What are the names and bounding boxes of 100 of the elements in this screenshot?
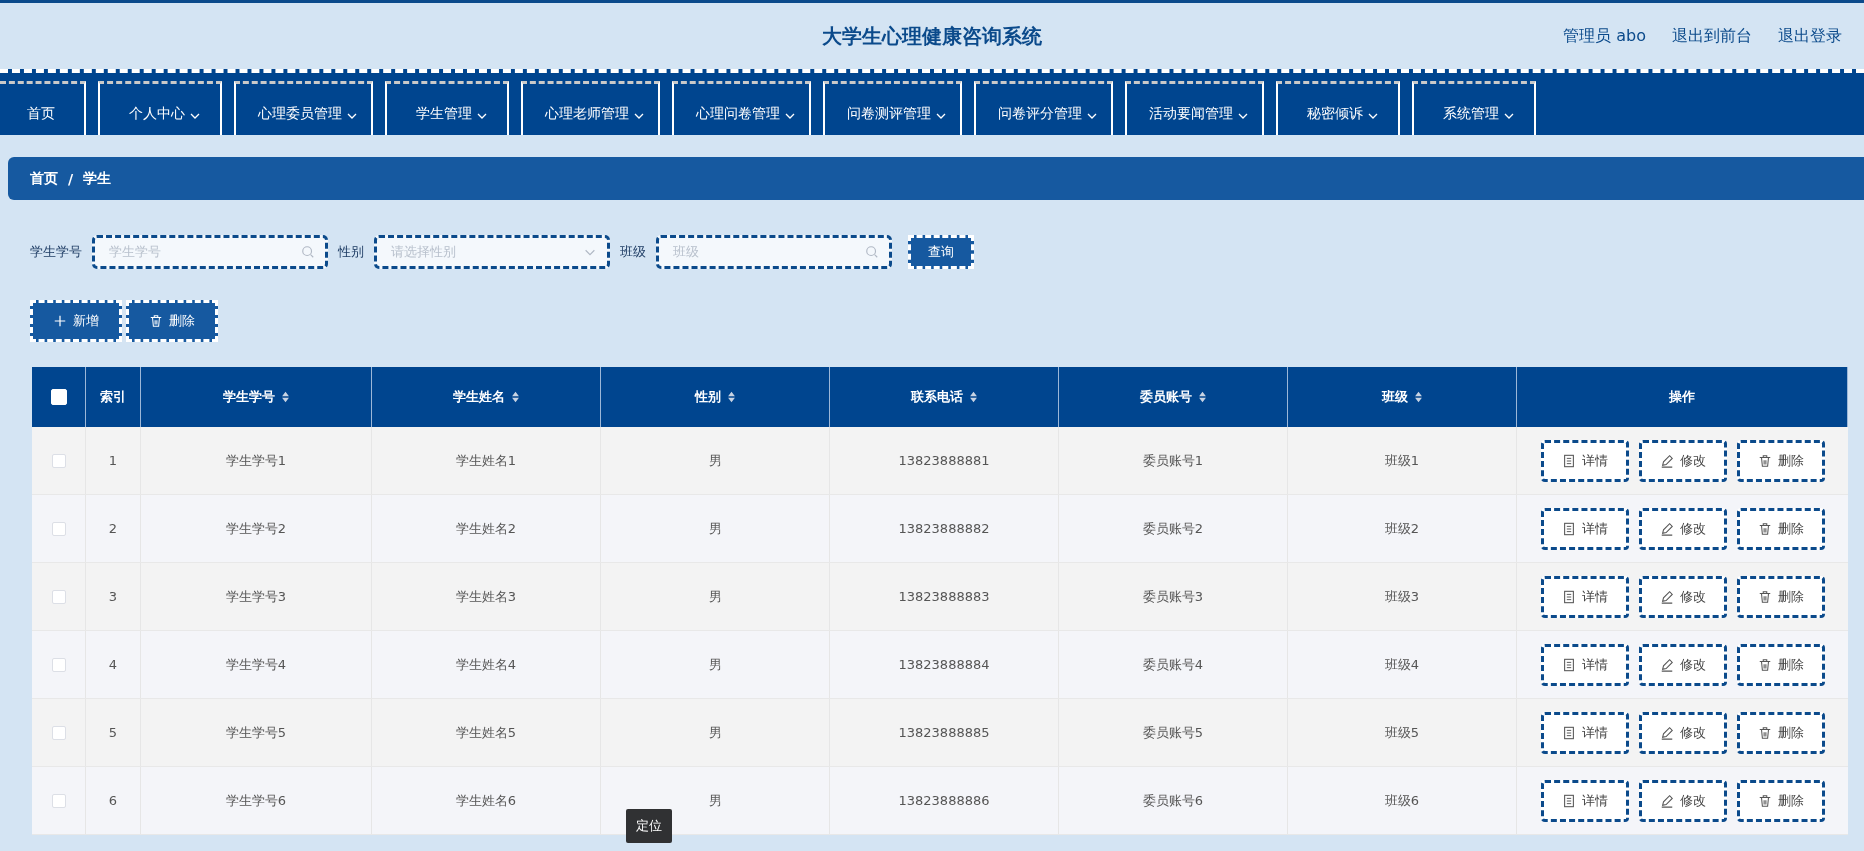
nav-menu-item[interactable]: 问卷评分管理 (974, 81, 1113, 135)
nav-menu-item[interactable]: 秘密倾诉 (1276, 81, 1400, 135)
nav-menu-item[interactable]: 心理委员管理 (234, 81, 373, 135)
trash-icon (1757, 521, 1772, 536)
row-checkbox[interactable] (51, 657, 66, 672)
detail-button[interactable]: 详情 (1540, 439, 1629, 482)
nav-menu-item[interactable]: 问卷测评管理 (823, 81, 962, 135)
document-icon (1561, 453, 1576, 468)
delete-button[interactable]: 删除 (1736, 439, 1825, 482)
filter-label: 性别 (338, 243, 364, 261)
pencil-icon (1659, 453, 1674, 468)
delete-button[interactable]: 删除 (1736, 575, 1825, 618)
table-cell: 学生学号1 (225, 451, 287, 470)
document-icon (1561, 793, 1576, 808)
detail-button[interactable]: 详情 (1540, 779, 1629, 822)
table-cell: 学生学号6 (225, 791, 287, 810)
row-checkbox[interactable] (51, 589, 66, 604)
table-cell: 班级4 (1384, 655, 1420, 674)
edit-button[interactable]: 修改 (1638, 575, 1727, 618)
table-cell: 委员账号1 (1142, 451, 1204, 470)
table-cell: 委员账号6 (1142, 791, 1204, 810)
trash-icon (1757, 657, 1772, 672)
table-cell: 2 (108, 521, 118, 536)
table-cell: 1 (108, 453, 118, 468)
table-cell: 13823888883 (898, 589, 990, 604)
add-button[interactable]: 新增 (30, 300, 122, 342)
edit-button[interactable]: 修改 (1638, 643, 1727, 686)
breadcrumb-separator: / (68, 170, 74, 187)
table-cell: 学生姓名1 (455, 451, 517, 470)
admin-user-label: 管理员 abo (1563, 25, 1646, 47)
edit-button[interactable]: 修改 (1638, 779, 1727, 822)
pencil-icon (1659, 793, 1674, 808)
table-cell: 学生姓名5 (455, 723, 517, 742)
table-cell: 委员账号5 (1142, 723, 1204, 742)
select-all-checkbox[interactable] (50, 389, 67, 405)
breadcrumb-item[interactable]: 学生 (83, 169, 112, 188)
nav-menu-item[interactable]: 活动要闻管理 (1125, 81, 1264, 135)
table-cell: 班级1 (1384, 451, 1420, 470)
table-cell: 13823888882 (898, 521, 990, 536)
table-cell: 班级5 (1384, 723, 1420, 742)
nav-menu-item[interactable]: 心理老师管理 (521, 81, 660, 135)
table-cell: 班级3 (1384, 587, 1420, 606)
table-cell: 学生学号4 (225, 655, 287, 674)
document-icon (1561, 725, 1576, 740)
table-cell: 委员账号4 (1142, 655, 1204, 674)
nav-menu-item[interactable]: 学生管理 (385, 81, 509, 135)
document-icon (1561, 657, 1576, 672)
edit-button[interactable]: 修改 (1638, 711, 1727, 754)
delete-button[interactable]: 删除 (1736, 779, 1825, 822)
plus-icon (53, 314, 67, 328)
table-cell: 4 (108, 657, 118, 672)
row-checkbox[interactable] (51, 521, 66, 536)
pencil-icon (1659, 725, 1674, 740)
table-cell: 3 (108, 589, 118, 604)
detail-button[interactable]: 详情 (1540, 507, 1629, 550)
table-cell: 13823888884 (898, 657, 990, 672)
table-cell: 5 (108, 725, 118, 740)
header-link[interactable]: 退出登录 (1778, 25, 1842, 47)
delete-button[interactable]: 删除 (1736, 507, 1825, 550)
edit-button[interactable]: 修改 (1638, 507, 1727, 550)
table-cell: 13823888881 (898, 453, 990, 468)
trash-icon (149, 314, 163, 328)
search-icon (301, 245, 315, 259)
filter-label: 学生学号 (30, 243, 82, 261)
detail-button[interactable]: 详情 (1540, 575, 1629, 618)
row-checkbox[interactable] (51, 725, 66, 740)
delete-button[interactable]: 删除 (126, 300, 218, 342)
nav-menu-item[interactable]: 系统管理 (1412, 81, 1536, 135)
query-button[interactable]: 查询 (908, 235, 974, 269)
pencil-icon (1659, 657, 1674, 672)
header-link[interactable]: 退出到前台 (1672, 25, 1752, 47)
pencil-icon (1659, 589, 1674, 604)
detail-button[interactable]: 详情 (1540, 711, 1629, 754)
document-icon (1561, 589, 1576, 604)
table-cell: 6 (108, 793, 118, 808)
row-checkbox[interactable] (51, 793, 66, 808)
detail-button[interactable]: 详情 (1540, 643, 1629, 686)
table-cell: 学生姓名6 (455, 791, 517, 810)
search-icon (865, 245, 879, 259)
trash-icon (1757, 589, 1772, 604)
nav-menu-item[interactable]: 个人中心 (98, 81, 222, 135)
edit-button[interactable]: 修改 (1638, 439, 1727, 482)
table-cell: 学生姓名2 (455, 519, 517, 538)
row-checkbox[interactable] (51, 453, 66, 468)
trash-icon (1757, 793, 1772, 808)
table-cell: 委员账号3 (1142, 587, 1204, 606)
table-cell: 学生学号2 (225, 519, 287, 538)
system-title: 大学生心理健康咨询系统 (822, 22, 1042, 50)
table-cell: 男 (708, 655, 722, 674)
table-cell: 男 (708, 791, 722, 810)
filter-label: 班级 (620, 243, 646, 261)
table-cell: 学生学号5 (225, 723, 287, 742)
nav-menu-item[interactable]: 心理问卷管理 (672, 81, 811, 135)
breadcrumb-item[interactable]: 首页 (30, 169, 58, 188)
delete-button[interactable]: 删除 (1736, 643, 1825, 686)
delete-button[interactable]: 删除 (1736, 711, 1825, 754)
pencil-icon (1659, 521, 1674, 536)
trash-icon (1757, 725, 1772, 740)
nav-menu-item[interactable]: 首页 (0, 81, 86, 135)
table-cell: 男 (708, 587, 722, 606)
